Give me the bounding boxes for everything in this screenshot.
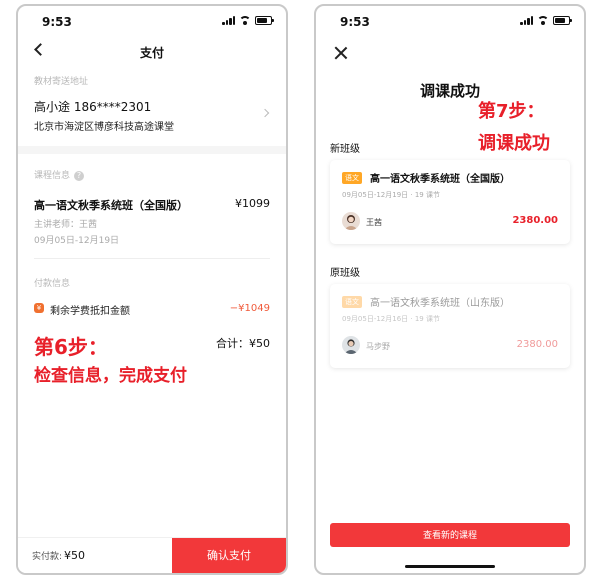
status-time: 9:53: [42, 15, 72, 29]
amount-due-label: 实付款:: [32, 552, 63, 562]
teacher-name: 王茜: [366, 218, 382, 227]
amount-due-value: ¥50: [64, 549, 86, 562]
step-6-caption: 检查信息，完成支付: [34, 366, 187, 386]
signal-icon: [222, 16, 235, 25]
coin-icon: ¥: [34, 303, 44, 313]
confirm-payment-button[interactable]: 确认支付: [172, 538, 286, 573]
course-dates: 09月05日-12月19日: [34, 236, 120, 246]
class-name: 高一语文秋季系统班（山东版）: [370, 298, 510, 309]
battery-icon: [553, 16, 572, 25]
new-class-heading: 新班级: [330, 144, 360, 155]
nav-bar: 支付: [18, 38, 286, 66]
course-teacher: 主讲老师：王茜: [34, 220, 98, 230]
course-name: 高一语文秋季系统班（全国版）: [34, 199, 188, 212]
view-new-course-button[interactable]: 查看新的课程: [330, 523, 570, 547]
class-name: 高一语文秋季系统班（全国版）: [370, 174, 510, 185]
new-class-card[interactable]: 语文 高一语文秋季系统班（全国版） 09月05日-12月19日 · 19 课节 …: [330, 160, 570, 244]
payment-section-label: 付款信息: [34, 279, 71, 289]
step-7-heading: 第7步：: [478, 101, 545, 122]
address-section-label: 教材寄送地址: [34, 77, 89, 87]
chevron-right-icon: [260, 108, 270, 118]
close-icon[interactable]: [334, 46, 348, 60]
subject-tag: 语文: [342, 296, 362, 308]
class-schedule: 09月05日-12月16日 · 19 课节: [342, 315, 440, 323]
pay-bar: 实付款: ¥50 确认支付: [18, 537, 286, 573]
step-6-heading: 第6步：: [34, 335, 108, 359]
step-7-caption: 调课成功: [478, 133, 550, 154]
status-bar: 9:53: [316, 6, 584, 36]
wifi-icon: [537, 16, 549, 25]
class-schedule: 09月05日-12月19日 · 19 课节: [342, 191, 440, 199]
status-icons: [520, 16, 572, 25]
class-price: 2380.00: [516, 339, 558, 350]
teacher-avatar: [342, 212, 360, 230]
transfer-success-screen: 9:53 调课成功 第7步： 调课成功 新班级 语文 高一语文秋季系统班（全国版…: [314, 4, 586, 575]
battery-icon: [255, 16, 274, 25]
teacher-name: 马步野: [366, 342, 390, 351]
tuition-deduction-row: ¥ 剩余学费抵扣金额 −¥1049: [34, 301, 270, 317]
success-title: 调课成功: [419, 82, 480, 100]
wifi-icon: [239, 16, 251, 25]
address-line: 北京市海淀区博彦科技高途课堂: [34, 122, 174, 133]
course-section-label-text: 课程信息: [34, 171, 71, 181]
old-class-card[interactable]: 语文 高一语文秋季系统班（山东版） 09月05日-12月16日 · 19 课节 …: [330, 284, 570, 368]
subject-tag: 语文: [342, 172, 362, 184]
divider-line: [34, 258, 270, 259]
status-icons: [222, 16, 274, 25]
page-title: 支付: [139, 46, 164, 60]
status-bar: 9:53: [18, 6, 286, 36]
amount-due: 实付款: ¥50: [32, 549, 85, 562]
section-divider: [18, 146, 286, 154]
deduction-amount: −¥1049: [229, 303, 270, 314]
deduction-label: 剩余学费抵扣金额: [50, 306, 130, 317]
course-section-label: 课程信息?: [34, 168, 85, 181]
help-icon[interactable]: ?: [74, 170, 85, 181]
class-price: 2380.00: [512, 215, 558, 226]
course-price: ¥1099: [235, 197, 270, 210]
home-indicator: [405, 565, 495, 568]
payment-screen: 9:53 支付 教材寄送地址 高小途 186****2301 北京市海淀区博彦科…: [16, 4, 288, 575]
teacher-avatar: [342, 336, 360, 354]
old-class-heading: 原班级: [330, 268, 360, 279]
total-amount: 合计：¥50: [216, 337, 270, 350]
status-time: 9:53: [340, 15, 370, 29]
address-name-phone: 高小途 186****2301: [34, 100, 152, 114]
signal-icon: [520, 16, 533, 25]
